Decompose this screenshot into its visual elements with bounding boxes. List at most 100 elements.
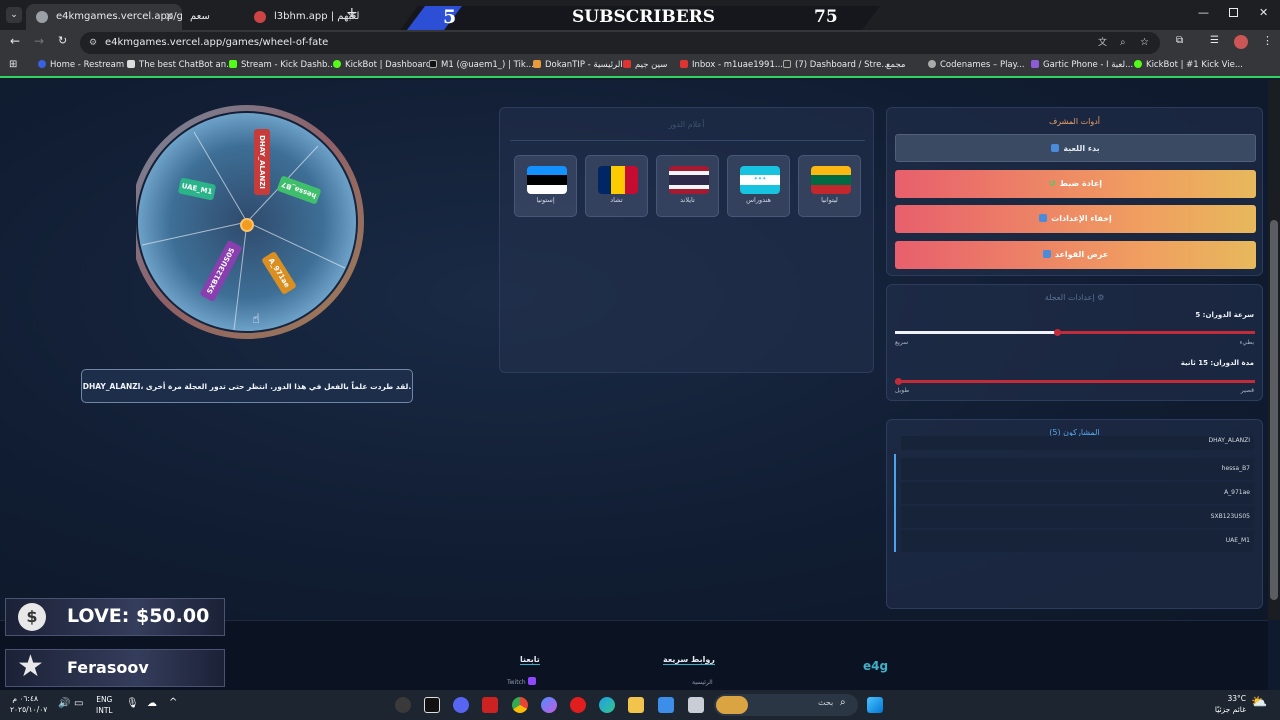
extensions-icon[interactable]: ⧉ (1176, 35, 1183, 46)
address-bar[interactable]: ⚙ e4kmgames.vercel.app/games/wheel-of-fa… (80, 32, 1160, 54)
subscriber-left-count: 5 (443, 6, 457, 28)
streamer-app-icon[interactable] (482, 697, 498, 713)
browser-toolbar: ← → ↻ ⚙ e4kmgames.vercel.app/games/wheel… (0, 30, 1280, 56)
youtube-icon[interactable] (570, 697, 586, 713)
restore-button[interactable] (1229, 8, 1238, 17)
bookmark-tiktok[interactable]: M1 (@uaem1_) | Tik... (429, 60, 534, 70)
bookmark-dashboard[interactable]: (7) Dashboard / Stre... (783, 60, 890, 70)
apps-icon[interactable]: ⊞ (9, 59, 17, 70)
hide-settings-button[interactable]: إخفاء الإعدادات (895, 205, 1256, 233)
duration-slider[interactable] (895, 378, 1255, 385)
speed-slider-thumb[interactable] (1054, 329, 1061, 336)
search-icon: ⌕ (840, 697, 846, 708)
close-tab-icon[interactable]: ✕ (165, 4, 174, 30)
mail-icon (680, 60, 688, 68)
flag-card-thailand[interactable]: تايلاند (656, 155, 719, 217)
show-hidden-icons[interactable]: ^ (169, 697, 177, 708)
new-tab-button[interactable]: + (346, 5, 358, 21)
admin-tools-panel: أدوات المشرف بدء اللعبة ↺ إعادة ضبط إخفاء… (886, 107, 1263, 276)
translate-icon[interactable]: 文 (1098, 32, 1107, 54)
cloud-icon[interactable]: ☁ (147, 698, 157, 709)
bookmark-inbox[interactable]: Inbox - m1uae1991... (680, 60, 783, 70)
money-bag-icon: $ (18, 603, 46, 631)
flag-card-chad[interactable]: تشاد (585, 155, 648, 217)
bookmark-dokantip[interactable]: DokanTIP - الرئيسية (533, 60, 623, 70)
wheel-message: DHAY_ALANZI، لقد طردت علماً بالفعل في هذ… (81, 369, 413, 403)
browser-tabbar: ⌄ e4kmgames.vercel.app/games/ ✕ سعم l3bh… (0, 0, 1280, 30)
tab-second[interactable]: سعم (182, 4, 242, 30)
store-icon[interactable] (658, 697, 674, 713)
weather-widget[interactable]: 33°C غائم جزئيًا (1206, 693, 1246, 715)
estonia-flag-icon (527, 166, 567, 194)
footer-home-link[interactable]: الرئيسية (692, 679, 713, 686)
dashboard-icon (783, 60, 791, 68)
kickbot-icon (333, 60, 341, 68)
bookmark-kickbot[interactable]: KickBot | Dashboard (333, 60, 431, 70)
profile-avatar[interactable] (1234, 35, 1248, 49)
bookmark-folder[interactable]: مجمع (886, 60, 905, 70)
flag-card-honduras[interactable]: ✦✦✦ هندوراس (727, 155, 790, 217)
bookmark-star-icon[interactable]: ☆ (1140, 32, 1149, 54)
windows-taskbar: ٠٦:٤٨ م ٢٠٢٥/١٠/٠٧ 🔊 ▭ ENG INTL 🎙 ☁ ^ بح… (0, 690, 1280, 720)
task-view-icon[interactable] (688, 697, 704, 713)
edge-icon[interactable] (599, 697, 615, 713)
clock[interactable]: ٠٦:٤٨ م ٢٠٢٥/١٠/٠٧ (10, 693, 47, 715)
media-icon[interactable]: ☰ (1210, 35, 1219, 46)
start-game-button[interactable]: بدء اللعبة (895, 134, 1256, 162)
page-scrollbar[interactable] (1268, 80, 1280, 620)
play-icon (1051, 144, 1060, 152)
duration-label: مدة الدوران: 15 ثانية (1180, 359, 1254, 367)
footer-twitch-link[interactable]: Twitch (507, 677, 536, 686)
restream-icon (38, 60, 46, 68)
reset-button[interactable]: ↺ إعادة ضبط (895, 170, 1256, 198)
flag-card-estonia[interactable]: إستونيا (514, 155, 577, 217)
duration-max-label: قصير (1240, 387, 1254, 394)
obs-icon[interactable] (395, 697, 411, 713)
bookmark-seen-jeem[interactable]: سين جيم (623, 60, 667, 70)
forward-icon[interactable]: → (34, 34, 44, 48)
flag-card-lithuania[interactable]: ليتوانيا (798, 155, 861, 217)
site-info-icon[interactable]: ⚙ (89, 32, 97, 54)
bookmark-restream[interactable]: Home - Restream (38, 60, 124, 70)
taskbar-search[interactable]: بحث ⌕ (714, 694, 858, 716)
discord-icon[interactable] (453, 697, 469, 713)
chad-flag-icon (598, 166, 638, 194)
speed-min-label: سريع (895, 339, 909, 346)
menu-icon[interactable]: ⋮ (1262, 34, 1273, 47)
participants-scroll-indicator (894, 454, 896, 552)
reload-icon[interactable]: ↻ (58, 34, 67, 47)
chrome-icon[interactable] (512, 697, 528, 713)
hide-icon (1039, 214, 1048, 222)
tab-wheel-of-fate[interactable]: e4kmgames.vercel.app/games/ ✕ (26, 4, 182, 30)
scrollbar-thumb[interactable] (1270, 220, 1278, 600)
zoom-icon[interactable]: ⌕ (1120, 32, 1126, 54)
language-indicator[interactable]: ENG INTL (96, 694, 113, 716)
capcut-icon[interactable] (424, 697, 440, 713)
bookmark-kick-stream[interactable]: Stream - Kick Dashb... (229, 60, 336, 70)
weather-icon: ⛅ (1251, 695, 1268, 710)
back-icon[interactable]: ← (10, 34, 20, 48)
start-icon[interactable] (867, 697, 883, 713)
close-window-button[interactable]: ✕ (1259, 6, 1268, 19)
copilot-icon[interactable] (541, 697, 557, 713)
duration-slider-thumb[interactable] (895, 378, 902, 385)
wheel-center-hub[interactable] (240, 218, 254, 232)
kick-icon (229, 60, 237, 68)
wheel-of-fate[interactable]: DHAY_ALANZI UAE_M1 hessa_B7 SXB123US05 A… (130, 102, 366, 342)
show-rules-button[interactable]: عرض القواعد (895, 241, 1256, 269)
bookmark-kickbot-vie[interactable]: KickBot | #1 Kick Vie... (1134, 60, 1243, 70)
participant-row: A_971ae (901, 482, 1254, 504)
tab-list-button[interactable]: ⌄ (6, 7, 22, 23)
follower-name: Ferasoov (67, 658, 149, 677)
network-icon[interactable]: ▭ (74, 698, 83, 709)
codenames-icon (928, 60, 936, 68)
volume-icon[interactable]: 🔊 (58, 698, 70, 709)
speed-slider[interactable] (895, 329, 1255, 336)
minimize-button[interactable]: — (1198, 6, 1209, 19)
bookmark-chatbot[interactable]: The best ChatBot an... (127, 60, 234, 70)
microphone-icon[interactable]: 🎙 (126, 698, 139, 709)
bookmark-gartic[interactable]: Gartic Phone - لعبة ا... (1031, 60, 1133, 70)
flags-panel-title: أعلام الدور (668, 120, 705, 129)
file-explorer-icon[interactable] (628, 697, 644, 713)
bookmark-codenames[interactable]: Codenames – Play... (928, 60, 1025, 70)
